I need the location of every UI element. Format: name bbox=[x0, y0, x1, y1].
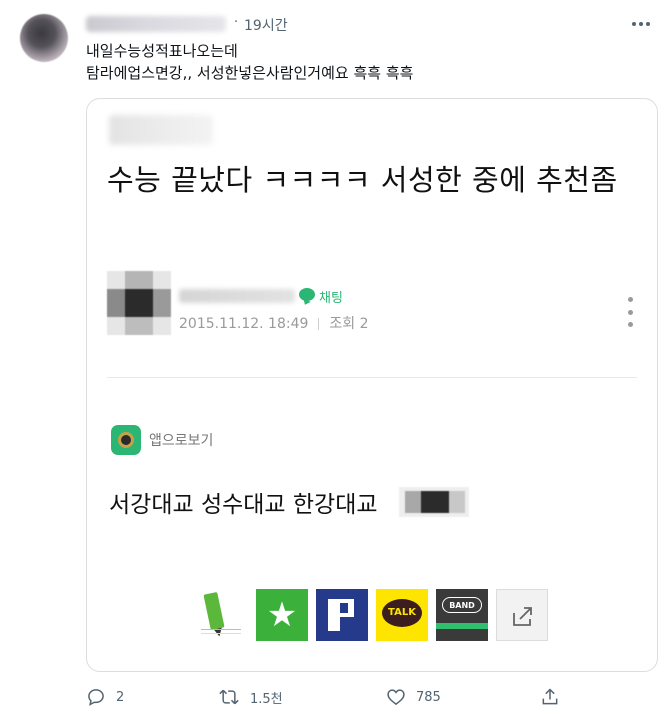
more-options-icon[interactable] bbox=[632, 22, 652, 28]
share-icon bbox=[496, 589, 548, 641]
like-button[interactable]: 785 bbox=[386, 686, 441, 708]
blurred-username[interactable] bbox=[86, 16, 226, 32]
tweet-text-line-1: 내일수능성적표나오는데 bbox=[86, 42, 238, 60]
share-button[interactable] bbox=[540, 686, 560, 708]
divider bbox=[107, 377, 637, 378]
tweet-actions: 2 1.5천 785 bbox=[86, 686, 656, 710]
author-avatar bbox=[107, 271, 171, 335]
separator-dot: · bbox=[234, 15, 239, 30]
blurred-cafe-name bbox=[109, 115, 213, 145]
cafe-app-icon bbox=[111, 425, 141, 455]
tweet-time[interactable]: 19시간 bbox=[244, 15, 288, 35]
post-title: 수능 끝났다 ㅋㅋㅋㅋ 서성한 중에 추천좀 bbox=[107, 163, 618, 197]
post-views: 조회 2 bbox=[329, 316, 369, 332]
retweet-count: 1.5천 bbox=[250, 691, 283, 707]
chat-label: 채팅 bbox=[319, 291, 343, 306]
tweet-text: 내일수능성적표나오는데 탐라에업스면강,, 서성한넣은사람인거예요 흑흑 흑흑 bbox=[86, 40, 413, 84]
attached-image-card[interactable]: 수능 끝났다 ㅋㅋㅋㅋ 서성한 중에 추천좀 채팅 2015.11.12. 18… bbox=[86, 98, 658, 672]
upload-share-icon bbox=[542, 688, 558, 705]
naver-note-icon bbox=[195, 589, 247, 641]
reply-button[interactable]: 2 bbox=[86, 686, 124, 708]
chat-icon bbox=[299, 288, 315, 301]
reply-icon bbox=[88, 689, 104, 706]
tweet-text-line-2: 탐라에업스면강,, 서성한넣은사람인거예요 흑흑 흑흑 bbox=[86, 64, 414, 82]
avatar[interactable] bbox=[20, 14, 68, 62]
post-more-icon bbox=[627, 297, 633, 327]
post-meta: 2015.11.12. 18:49 조회 2 bbox=[179, 313, 369, 333]
meta-divider bbox=[318, 318, 320, 330]
blurred-body-fragment bbox=[399, 487, 469, 517]
blurred-author-name bbox=[179, 289, 295, 303]
tweet: · 19시간 내일수능성적표나오는데 탐라에업스면강,, 서성한넣은사람인거예요… bbox=[0, 0, 666, 720]
post-date: 2015.11.12. 18:49 bbox=[179, 316, 309, 332]
retweet-button[interactable]: 1.5천 bbox=[218, 686, 283, 708]
band-icon: BAND bbox=[436, 589, 488, 641]
reply-count: 2 bbox=[116, 689, 125, 705]
postbook-icon bbox=[316, 589, 368, 641]
view-in-app-label: 앱으로보기 bbox=[149, 433, 214, 449]
retweet-icon bbox=[219, 689, 239, 705]
talk-label: TALK bbox=[382, 599, 422, 627]
post-body-text: 서강대교 성수대교 한강대교 bbox=[109, 492, 378, 518]
band-label: BAND bbox=[442, 597, 482, 613]
kakaotalk-icon: TALK bbox=[376, 589, 428, 641]
like-count: 785 bbox=[416, 689, 441, 705]
bookmark-star-icon: ★ bbox=[256, 589, 308, 641]
heart-icon bbox=[387, 689, 405, 706]
